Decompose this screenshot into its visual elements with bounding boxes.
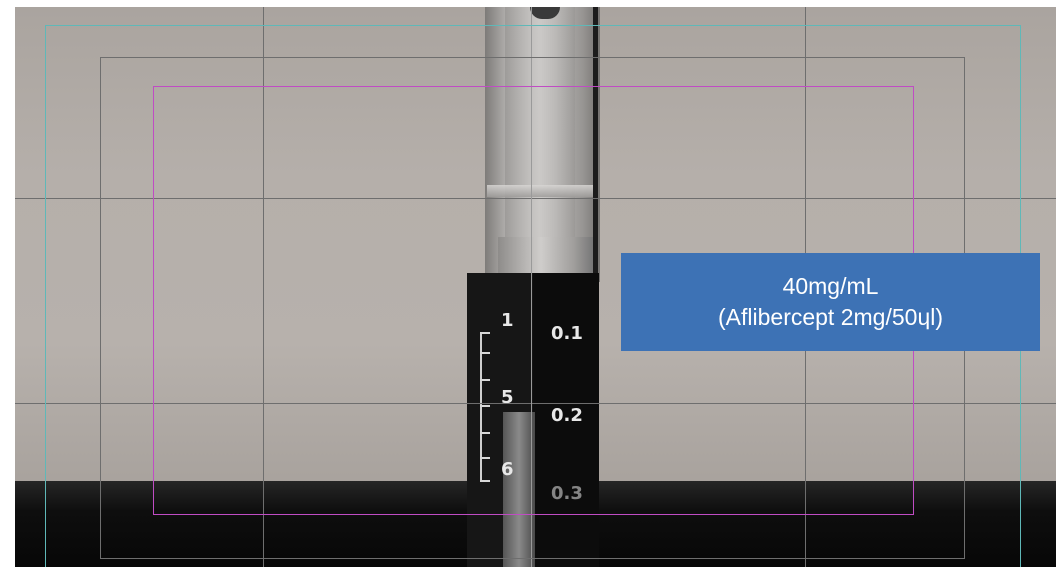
scale-label-left: 5 [501,387,514,408]
scale-tick [480,352,490,354]
scale-tick [480,432,490,434]
scale-tick [480,332,490,334]
concentration-callout-box: 40mg/mL (Aflibercept 2mg/50ɥl) [621,253,1040,351]
scale-label-left: 6 [501,459,514,480]
scale-tick [480,379,490,381]
scale-label-right: 0.3 [551,483,583,504]
barrel-ring [487,185,597,197]
scale-label-right: 0.1 [551,323,583,344]
needle-shaft [503,412,535,567]
scale-label-left: 1 [501,310,514,331]
barrel-edge [593,7,598,282]
figure-frame: 1 5 6 0.1 0.2 0.3 40mg/mL (Aflibercept 2… [0,0,1056,567]
scale-tick [480,457,490,459]
scale-tick [480,480,490,482]
scale-bracket [480,332,490,482]
syringe-barrel-highlight [505,7,575,237]
scale-label-right: 0.2 [551,405,583,426]
scale-tick [480,405,490,407]
callout-concentration-text: 40mg/mL [782,272,879,299]
callout-dose-text: (Aflibercept 2mg/50ɥl) [718,304,943,330]
